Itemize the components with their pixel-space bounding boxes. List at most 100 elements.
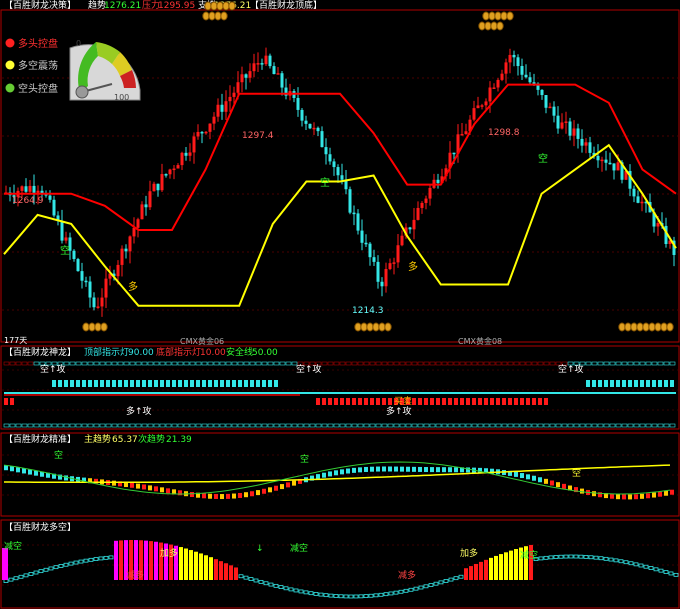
coin-icon: [654, 322, 662, 332]
p4-bar: [114, 540, 118, 580]
p2-top-strip: [9, 361, 16, 366]
p2-top-strip: [585, 361, 592, 366]
p2-bottom-strip: [351, 423, 358, 428]
candle-body: [84, 280, 88, 283]
candle-body: [316, 127, 320, 132]
p2-bottom-strip: [465, 423, 472, 428]
candle-body: [524, 74, 528, 78]
p4-step: [8, 577, 14, 582]
p2-top-strip: [465, 361, 472, 366]
p2-bottom-strip: [441, 423, 448, 428]
p2-bottom-strip: [633, 423, 640, 428]
p2-bottom-strip: [435, 423, 442, 428]
candle-body: [152, 183, 156, 192]
coin-icon: [202, 11, 210, 21]
p2-bottom-strip: [549, 423, 556, 428]
p3-bar: [166, 488, 170, 494]
p2-bar-cyan: [262, 380, 266, 387]
p2-top-strip: [399, 361, 406, 366]
p2-bar-cyan: [70, 380, 74, 387]
sub-trend-value: 21.39: [166, 435, 192, 445]
candle-body: [172, 168, 176, 171]
p2-bottom-strip: [177, 423, 184, 428]
p2-bar-cyan: [58, 380, 62, 387]
p2-bar-cyan: [274, 380, 278, 387]
p2-bar-red: [322, 398, 326, 405]
p4-step: [413, 586, 419, 591]
p2-bar-cyan: [196, 380, 200, 387]
p4-bar: [194, 551, 198, 580]
p2-bottom-strip: [27, 423, 34, 428]
p2-top-strip: [117, 361, 124, 366]
p2-bar-red: [544, 398, 548, 405]
candle-body: [356, 213, 360, 231]
p2-bottom-strip: [309, 423, 316, 428]
p2-bottom-strip: [333, 423, 340, 428]
candle-body: [136, 219, 140, 228]
p2-top-strip: [189, 361, 196, 366]
p3-bar: [544, 478, 548, 484]
p2-top-strip: [615, 361, 622, 366]
candle-body: [540, 89, 544, 96]
p2-top-strip: [261, 361, 268, 366]
p2-bar-red: [472, 398, 476, 405]
p2-top-strip: [195, 361, 202, 366]
p2-bar-cyan: [604, 380, 608, 387]
p4-step: [358, 594, 364, 599]
p2-bottom-strip: [165, 423, 172, 428]
legend-dot-range: [5, 60, 15, 70]
p3-bar: [208, 493, 212, 499]
candle-body: [180, 152, 184, 166]
p4-step: [403, 588, 409, 593]
candle-body: [336, 167, 340, 176]
candle-body: [616, 162, 620, 171]
candle-body: [632, 188, 636, 197]
candle-body: [168, 169, 172, 175]
p2-bar-red: [418, 398, 422, 405]
p2-top-strip: [609, 361, 616, 366]
p2-bottom-strip: [369, 423, 376, 428]
candle-body: [48, 195, 52, 200]
p2-bar-cyan: [142, 380, 146, 387]
candle-body: [212, 116, 216, 124]
p4-bar: [484, 559, 488, 580]
p3-bar: [412, 466, 416, 472]
p2-bar-cyan: [148, 380, 152, 387]
candle-body: [64, 237, 68, 241]
p2-top-strip: [75, 361, 82, 366]
candle-body: [160, 174, 164, 191]
p4-step: [418, 585, 424, 590]
candle-body: [388, 263, 392, 270]
p2-bar-cyan: [622, 380, 626, 387]
p2-bottom-strip: [423, 423, 430, 428]
p3-bar: [436, 467, 440, 473]
p3-bar: [136, 483, 140, 489]
candle-body: [104, 278, 108, 298]
candle-body: [604, 159, 608, 163]
p2-bottom-strip: [495, 423, 502, 428]
candle-body: [436, 179, 440, 184]
p4-step: [383, 592, 389, 597]
p2-bar-red: [478, 398, 482, 405]
p2-bottom-strip: [363, 423, 370, 428]
p3-bar: [292, 480, 296, 486]
p2-bar-cyan: [244, 380, 248, 387]
candle-body: [532, 82, 536, 84]
p3-bar: [634, 494, 638, 500]
p2-bottom-strip: [645, 423, 652, 428]
p2-bottom-strip: [315, 423, 322, 428]
candle-body: [184, 152, 188, 156]
p2-bar-red: [334, 398, 338, 405]
candle-body: [528, 77, 532, 83]
p2-bottom-strip: [663, 423, 670, 428]
p4-step: [93, 557, 99, 561]
p2-top-strip: [621, 361, 628, 366]
p2-bottom-strip: [327, 423, 334, 428]
p2-bar-red: [436, 398, 440, 405]
candle-body: [244, 74, 248, 78]
panel4-bars: [2, 540, 679, 599]
p2-bar-red: [460, 398, 464, 405]
p2-top-strip: [549, 361, 556, 366]
p2-bottom-strip: [45, 423, 52, 428]
p2-top-strip: [381, 361, 388, 366]
